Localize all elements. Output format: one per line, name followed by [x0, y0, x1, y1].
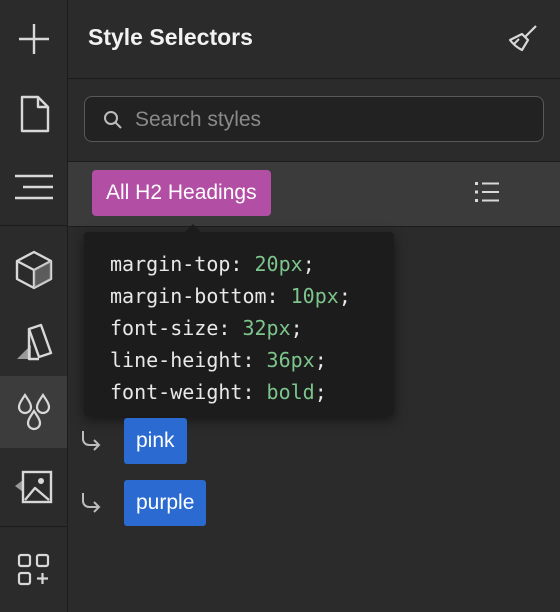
- components-button[interactable]: [0, 230, 67, 310]
- css-line: line-height: 36px;: [110, 348, 327, 372]
- search-input[interactable]: [133, 97, 537, 143]
- broom-icon: [508, 25, 537, 52]
- cube-icon: [15, 250, 52, 290]
- apps-icon: [17, 553, 49, 586]
- selector-tag-pink[interactable]: pink: [124, 418, 187, 464]
- panel-header: Style Selectors: [68, 0, 560, 79]
- style-guide-button[interactable]: [0, 310, 67, 376]
- rail-divider: [0, 526, 67, 527]
- add-button[interactable]: [0, 0, 67, 78]
- css-line: font-size: 32px;: [110, 316, 303, 340]
- style-guide-icon: [16, 323, 52, 361]
- droplets-icon: [17, 393, 50, 431]
- navigator-icon: [14, 174, 53, 200]
- child-arrow-icon: [80, 429, 102, 456]
- css-line: margin-bottom: 10px;: [110, 284, 351, 308]
- selector-row: All H2 Headings: [68, 161, 560, 227]
- style-selectors-button[interactable]: [0, 376, 67, 448]
- list-icon: [475, 182, 499, 202]
- page-icon: [20, 95, 49, 133]
- panel-title: Style Selectors: [88, 24, 253, 50]
- plus-icon: [18, 24, 49, 54]
- list-view-button[interactable]: [474, 181, 500, 208]
- left-rail: [0, 0, 68, 612]
- apps-button[interactable]: [0, 530, 67, 610]
- assets-button[interactable]: [0, 448, 67, 524]
- search-box[interactable]: [84, 96, 544, 143]
- clean-up-button[interactable]: [508, 24, 538, 57]
- rail-divider: [0, 225, 67, 226]
- navigator-button[interactable]: [0, 150, 67, 224]
- css-properties-tooltip: margin-top: 20px; margin-bottom: 10px; f…: [84, 224, 394, 416]
- pages-button[interactable]: [0, 78, 67, 150]
- image-icon: [14, 470, 52, 504]
- selector-tag-purple[interactable]: purple: [124, 480, 207, 526]
- child-arrow-icon: [80, 491, 102, 518]
- style-selectors-panel: Style Selectors All H2 Headings: [68, 0, 560, 612]
- tooltip-arrow: [184, 224, 202, 233]
- css-line: margin-top: 20px;: [110, 252, 315, 276]
- selector-tag-h2[interactable]: All H2 Headings: [92, 170, 271, 216]
- css-line: font-weight: bold;: [110, 380, 327, 404]
- search-icon: [103, 110, 123, 135]
